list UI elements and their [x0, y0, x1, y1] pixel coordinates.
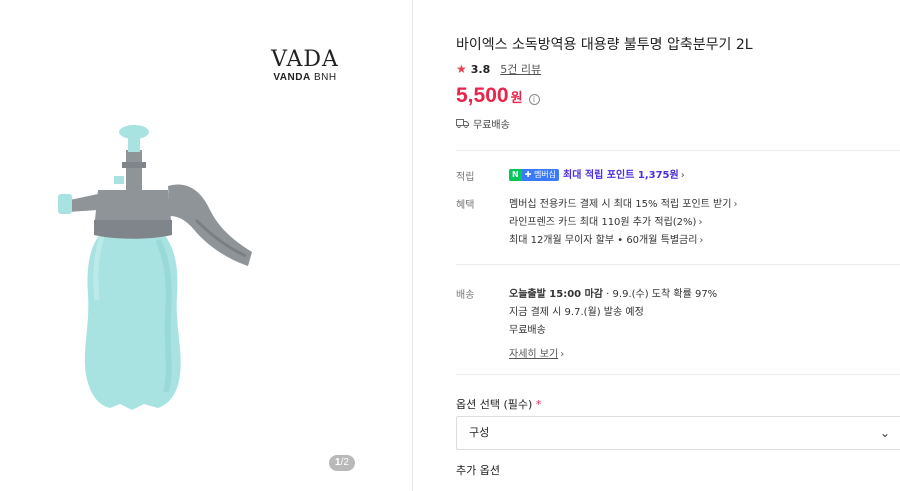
chevron-right-icon: › — [698, 217, 703, 228]
delivery-line-3: 무료배송 — [509, 325, 546, 336]
benefit-item[interactable]: 라인프렌즈 카드 최대 110원 추가 적립(2%) › — [509, 213, 702, 228]
section-divider — [456, 374, 900, 375]
brand-logo: VADA VANDA BNH — [255, 48, 355, 84]
reviews-link[interactable]: 5건 리뷰 — [500, 61, 541, 77]
brand-name: VANDA — [273, 72, 311, 83]
delivery-details-link[interactable]: 자세히 보기 › — [509, 345, 564, 360]
section-divider — [456, 150, 900, 151]
option-select-value: 구성 — [469, 426, 490, 439]
brand-logo-mark: VADA — [271, 47, 339, 72]
benefit-item[interactable]: 멤버십 전용카드 결제 시 최대 15% 적립 포인트 받기 › — [509, 195, 737, 210]
points-label: 적립 — [456, 172, 475, 183]
option-label: 옵션 선택 (필수) * — [456, 398, 542, 411]
additional-option-label: 추가 옵션 — [456, 464, 500, 477]
naver-membership-badge: N ✚ 멤버십 — [509, 169, 560, 181]
delivery-label: 배송 — [456, 290, 475, 301]
price-row: 5,500 원 i — [456, 84, 540, 108]
delivery-line-2: 지금 결제 시 9.7.(월) 발송 예정 — [509, 307, 644, 318]
chevron-right-icon: › — [680, 170, 685, 181]
image-pager[interactable]: 1/2 — [329, 455, 355, 471]
info-icon[interactable]: i — [528, 94, 540, 105]
brand-suffix: BNH — [313, 72, 337, 83]
product-info: 바이엑스 소독방역용 대용량 불투명 압축분무기 2L ★ 3.8 5건 리뷰 … — [413, 0, 900, 491]
shipping-summary: 무료배송 — [456, 116, 510, 131]
price-currency: 원 — [510, 91, 523, 106]
required-mark: * — [535, 398, 542, 411]
star-icon: ★ — [456, 62, 467, 76]
benefit-item[interactable]: 최대 12개월 무이자 할부 • 60개월 특별금리 › — [509, 231, 703, 246]
benefits-label: 혜택 — [456, 200, 475, 211]
section-divider — [456, 264, 900, 265]
product-title: 바이엑스 소독방역용 대용량 불투명 압축분무기 2L — [456, 37, 753, 53]
points-row[interactable]: N ✚ 멤버십 최대 적립 포인트 1,375원 › — [509, 166, 685, 181]
product-image-spray-bottle[interactable] — [40, 120, 280, 420]
rating-value: 3.8 — [470, 62, 491, 76]
chevron-right-icon: › — [733, 199, 738, 210]
delivery-line-1: 오늘출발 15:00 마감 · 9.9.(수) 도착 확률 97% — [509, 289, 718, 300]
chevron-right-icon: › — [699, 235, 704, 246]
price-value: 5,500 — [456, 84, 509, 107]
option-select[interactable]: 구성 ⌄ — [456, 416, 900, 450]
truck-icon — [456, 119, 469, 128]
rating-row: ★ 3.8 5건 리뷰 — [456, 61, 541, 77]
chevron-right-icon: › — [560, 349, 565, 360]
product-gallery: VADA VANDA BNH 1/2 — [0, 0, 412, 491]
points-text: 최대 적립 포인트 1,375원 — [563, 170, 679, 181]
chevron-down-icon: ⌄ — [879, 426, 890, 440]
shipping-summary-text: 무료배송 — [473, 120, 510, 131]
